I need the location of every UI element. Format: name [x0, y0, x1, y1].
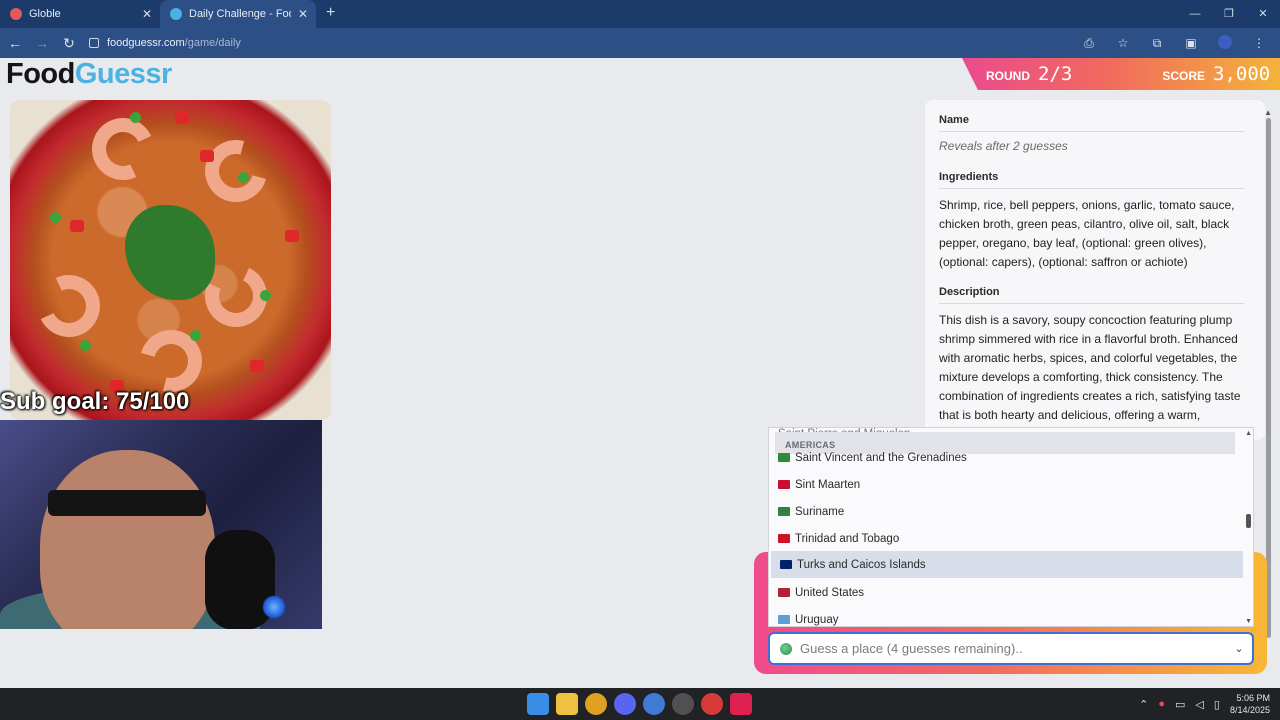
app-icon[interactable] — [701, 693, 723, 715]
new-tab-button[interactable]: + — [326, 0, 335, 28]
description-header: Description — [939, 286, 1244, 304]
chrome-icon[interactable] — [585, 693, 607, 715]
list-item[interactable]: Sint Maarten — [769, 471, 1243, 498]
ingredients-header: Ingredients — [939, 171, 1244, 189]
country-name: Saint Vincent and the Grenadines — [795, 451, 967, 464]
foodguessr-logo[interactable]: FoodGuessr — [6, 58, 172, 91]
sub-goal-overlay: Sub goal: 75/100 — [0, 388, 190, 415]
tab-title: Daily Challenge - FoodGuessr | — [189, 8, 291, 20]
globe-icon — [10, 8, 22, 20]
flag-icon — [780, 560, 792, 569]
dropdown-scrollbar[interactable]: ▲ ▼ — [1245, 430, 1252, 625]
panel-scroll-up-icon[interactable]: ▲ — [1264, 108, 1272, 117]
file-explorer-icon[interactable] — [556, 693, 578, 715]
scroll-up-icon[interactable]: ▲ — [1245, 430, 1252, 437]
chrome-profile-icon[interactable] — [643, 693, 665, 715]
taskbar-apps — [527, 693, 752, 715]
browser-tab-bar: Globle ✕ Daily Challenge - FoodGuessr | … — [0, 0, 1280, 28]
flag-icon — [778, 588, 790, 597]
minimize-icon[interactable]: — — [1178, 0, 1212, 28]
sidepanel-icon[interactable]: ▣ — [1176, 36, 1206, 50]
country-name: United States — [795, 586, 865, 599]
score-value: 3,000 — [1213, 63, 1271, 85]
flag-icon — [778, 534, 790, 543]
chevron-up-icon[interactable]: ⌃ — [1139, 698, 1148, 711]
score-label: SCORE — [1162, 69, 1206, 83]
tiktok-icon[interactable] — [730, 693, 752, 715]
round-indicator: ROUND 2/3 — [986, 63, 1072, 85]
name-value: Reveals after 2 guesses — [939, 139, 1068, 153]
list-item[interactable]: Saint Vincent and the Grenadines — [769, 444, 1243, 471]
volume-icon[interactable]: ◁ — [1195, 698, 1203, 711]
close-icon[interactable]: ✕ — [298, 7, 308, 21]
battery-icon[interactable]: ▯ — [1214, 698, 1220, 711]
tab-globle[interactable]: Globle ✕ — [0, 0, 160, 28]
webcam-feed — [0, 420, 322, 629]
guess-input-box[interactable]: ⌄ — [768, 632, 1254, 665]
toolbar-actions: ⎙ ☆ ⧉ ▣ ⋮ — [1074, 28, 1274, 58]
panel-scrollbar[interactable] — [1266, 118, 1271, 638]
bookmark-star-icon[interactable]: ☆ — [1108, 36, 1138, 50]
microphone-icon[interactable]: ● — [1158, 698, 1165, 710]
country-name: Turks and Caicos Islands — [797, 558, 926, 571]
system-clock[interactable]: 5:06 PM 8/14/2025 — [1230, 692, 1270, 716]
url-path: /game/daily — [184, 37, 241, 49]
clock-time: 5:06 PM — [1236, 693, 1270, 703]
dish-image — [10, 100, 331, 420]
close-icon[interactable]: ✕ — [142, 7, 152, 21]
country-name: Suriname — [795, 505, 845, 518]
list-item-highlighted[interactable]: Turks and Caicos Islands — [771, 551, 1243, 578]
address-bar[interactable]: foodguessr.com/game/daily — [89, 37, 241, 49]
score-indicator: SCORE 3,000 — [1162, 63, 1270, 85]
round-score-banner: ROUND 2/3 SCORE 3,000 — [962, 58, 1280, 90]
ingredients-text: Shrimp, rice, bell peppers, onions, garl… — [939, 198, 1235, 269]
country-dropdown[interactable]: Saint Pierre and Miquelon AMERICAS Saint… — [768, 427, 1254, 627]
restore-icon[interactable]: ❐ — [1212, 0, 1246, 28]
foodguessr-icon — [170, 8, 182, 20]
dish-info-panel[interactable]: Name Reveals after 2 guesses Ingredients… — [925, 100, 1265, 440]
tab-title: Globle — [29, 8, 61, 20]
list-item[interactable]: Trinidad and Tobago — [769, 525, 1243, 552]
name-header: Name — [939, 114, 1244, 132]
flag-icon — [778, 453, 790, 462]
system-tray: ⌃ ● ▭ ◁ ▯ 5:06 PM 8/14/2025 — [1139, 688, 1270, 720]
flag-icon — [778, 615, 790, 624]
round-value: 2/3 — [1038, 63, 1073, 85]
round-label: ROUND — [986, 69, 1030, 83]
list-item[interactable]: Uruguay — [769, 606, 1243, 626]
url-domain: foodguessr.com — [107, 37, 185, 49]
start-icon[interactable] — [527, 693, 549, 715]
menu-icon[interactable]: ⋮ — [1244, 36, 1274, 50]
country-name: Uruguay — [795, 613, 839, 626]
country-name: Sint Maarten — [795, 478, 861, 491]
install-app-icon[interactable]: ⎙ — [1074, 36, 1104, 51]
browser-toolbar: ← → ↻ foodguessr.com/game/daily ⎙ ☆ ⧉ ▣ … — [0, 28, 1280, 58]
logo-guessr: Guessr — [74, 58, 172, 90]
extensions-icon[interactable]: ⧉ — [1142, 36, 1172, 51]
list-item[interactable]: Suriname — [769, 498, 1243, 525]
profile-avatar[interactable] — [1210, 34, 1240, 52]
globe-icon — [780, 642, 792, 655]
obs-icon[interactable] — [672, 693, 694, 715]
back-icon[interactable]: ← — [3, 35, 27, 51]
list-item[interactable]: United States — [769, 579, 1243, 606]
tab-foodguessr[interactable]: Daily Challenge - FoodGuessr | ✕ — [160, 0, 316, 28]
close-window-icon[interactable]: ✕ — [1246, 0, 1280, 28]
logo-food: Food — [6, 58, 75, 90]
reload-icon[interactable]: ↻ — [57, 35, 81, 52]
os-taskbar: ⌃ ● ▭ ◁ ▯ 5:06 PM 8/14/2025 — [0, 688, 1280, 720]
forward-icon[interactable]: → — [30, 35, 54, 51]
country-name: Trinidad and Tobago — [795, 532, 900, 545]
flag-icon — [778, 507, 790, 516]
window-controls: — ❐ ✕ — [1178, 0, 1280, 28]
flag-icon — [778, 480, 790, 489]
clock-date: 8/14/2025 — [1229, 705, 1270, 715]
scroll-down-icon[interactable]: ▼ — [1245, 618, 1252, 625]
network-icon[interactable]: ▭ — [1175, 698, 1185, 711]
description-text: This dish is a savory, soupy concoction … — [939, 313, 1241, 440]
chevron-down-icon[interactable]: ⌄ — [1226, 642, 1252, 655]
discord-icon[interactable] — [614, 693, 636, 715]
site-info-icon[interactable] — [89, 38, 99, 48]
guess-input[interactable] — [800, 641, 1218, 656]
